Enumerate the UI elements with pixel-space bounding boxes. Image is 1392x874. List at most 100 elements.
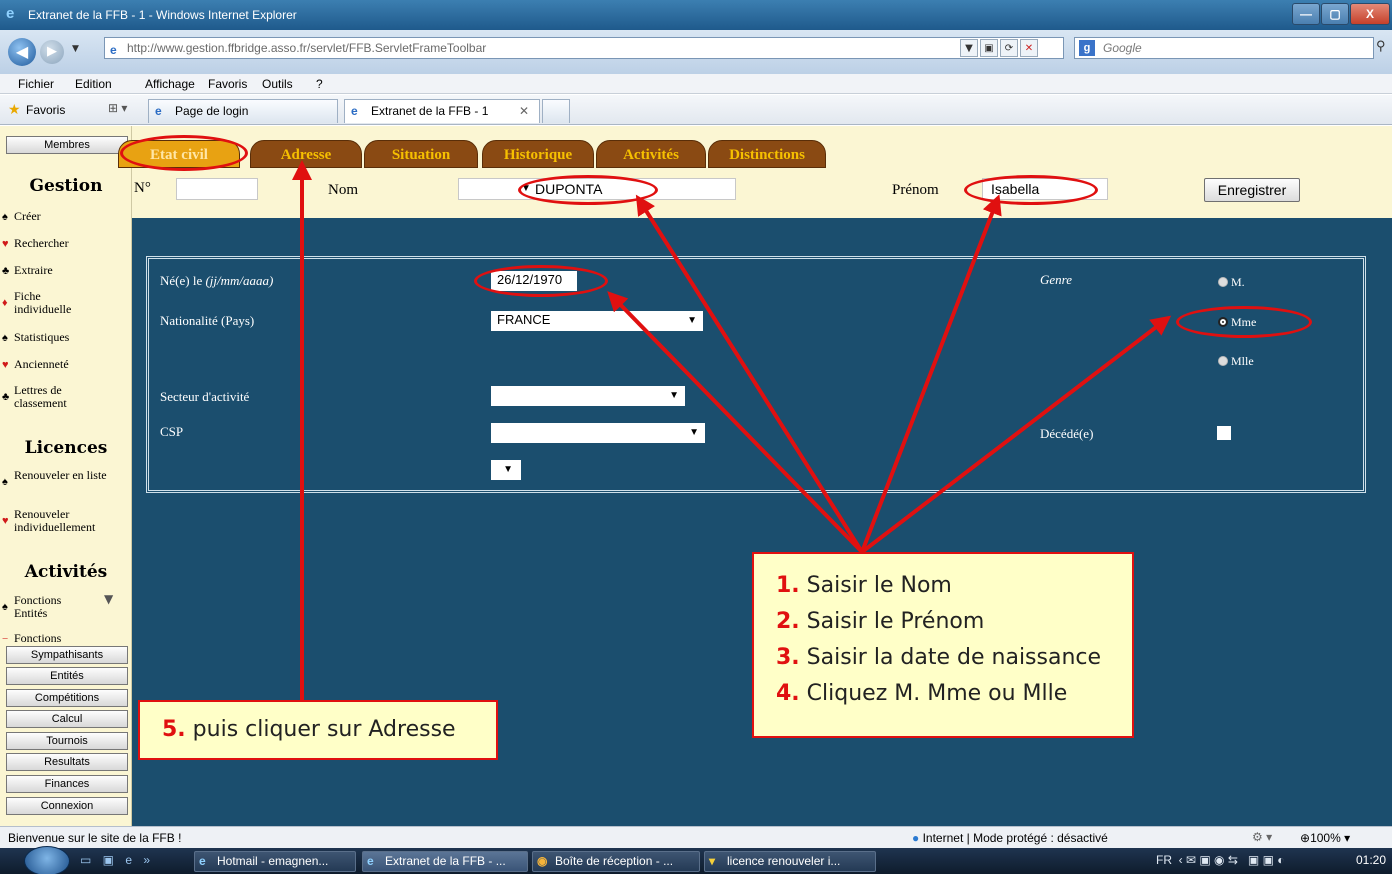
stop-icon[interactable]: ✕ bbox=[1020, 39, 1038, 57]
nationality-select[interactable]: FRANCE ▼ bbox=[491, 311, 703, 331]
club-icon: ♣ bbox=[2, 265, 10, 277]
close-tab-icon[interactable]: ✕ bbox=[519, 100, 529, 122]
sidebar-item-anciennete[interactable]: ♥ Ancienneté bbox=[2, 358, 130, 372]
security-zone[interactable]: ● Internet | Mode protégé : désactivé bbox=[912, 831, 1108, 845]
task-label: Extranet de la FFB - ... bbox=[385, 854, 506, 868]
recent-pages-dropdown-icon[interactable]: ▼ bbox=[72, 44, 79, 54]
start-button[interactable] bbox=[24, 846, 70, 874]
document-icon: ▾ bbox=[709, 854, 716, 868]
sidebar-item-rechercher[interactable]: ♥ Rechercher bbox=[2, 237, 130, 251]
num-field[interactable] bbox=[176, 178, 258, 200]
zoom-level[interactable]: ⊕100% ▾ bbox=[1300, 831, 1350, 845]
taskbar-item-licence[interactable]: ▾ licence renouveler i... bbox=[704, 851, 876, 872]
minimize-button[interactable]: — bbox=[1292, 3, 1320, 25]
address-bar[interactable]: e http://www.gestion.ffbridge.asso.fr/se… bbox=[104, 37, 1064, 59]
tournois-button[interactable]: Tournois bbox=[6, 732, 128, 750]
sidebar-item-statistiques[interactable]: ♠ Statistiques bbox=[2, 331, 130, 345]
clock[interactable]: 01:20 bbox=[1356, 853, 1386, 867]
taskbar-item-extranet[interactable]: e Extranet de la FFB - ... bbox=[362, 851, 528, 872]
browser-tab-extranet[interactable]: e Extranet de la FFB - 1 ✕ bbox=[344, 99, 540, 123]
etat-civil-panel bbox=[146, 256, 1366, 493]
prenom-label: Prénom bbox=[892, 182, 939, 198]
search-box[interactable]: g Google bbox=[1074, 37, 1374, 59]
menu-edition[interactable]: Edition bbox=[75, 77, 112, 91]
search-placeholder: Google bbox=[1103, 41, 1142, 55]
sidebar-item-fiche[interactable]: ♦ Fiche individuelle bbox=[2, 290, 98, 316]
maximize-button[interactable]: ▢ bbox=[1321, 3, 1349, 25]
favorites-label[interactable]: Favoris bbox=[26, 103, 65, 117]
window-title: Extranet de la FFB - 1 - Windows Interne… bbox=[28, 8, 297, 22]
refresh-icon[interactable]: ⟳ bbox=[1000, 39, 1018, 57]
sidebar-item-label: Fiche individuelle bbox=[14, 289, 72, 316]
competitions-button[interactable]: Compétitions bbox=[6, 689, 128, 707]
sector-select[interactable]: ▼ bbox=[491, 386, 685, 406]
forward-button[interactable]: ▶ bbox=[40, 40, 64, 64]
chevron-down-icon: ▼ bbox=[689, 427, 699, 438]
address-dropdown-icon[interactable]: ▼ bbox=[960, 39, 978, 57]
task-label: Boîte de réception - ... bbox=[555, 854, 674, 868]
tab-activites[interactable]: Activités bbox=[596, 140, 706, 168]
menu-help[interactable]: ? bbox=[316, 77, 323, 91]
extra-select[interactable]: ▼ bbox=[491, 460, 521, 480]
step-number: 3. bbox=[776, 645, 800, 670]
quick-tabs-icon[interactable]: ⊞ ▾ bbox=[108, 101, 127, 115]
sidebar-item-renouveler-indiv[interactable]: ♥ Renouveler individuellement bbox=[2, 508, 132, 534]
taskbar-item-hotmail[interactable]: e Hotmail - emagnen... bbox=[194, 851, 356, 872]
search-icon[interactable]: ⚲ bbox=[1376, 39, 1386, 54]
save-button[interactable]: Enregistrer bbox=[1204, 178, 1300, 202]
sidebar-item-fonctions-entites[interactable]: ♠ Fonctions Entités bbox=[2, 594, 94, 620]
tab-adresse[interactable]: Adresse bbox=[250, 140, 362, 168]
back-button[interactable]: ◀ bbox=[8, 38, 36, 66]
sympathisants-button[interactable]: Sympathisants bbox=[6, 646, 128, 664]
tab-historique[interactable]: Historique bbox=[482, 140, 594, 168]
scroll-down-icon[interactable]: ▼ bbox=[104, 592, 113, 606]
sidebar-item-renouveler-liste[interactable]: ♠ Renouveler en liste bbox=[2, 469, 112, 489]
finances-button[interactable]: Finances bbox=[6, 775, 128, 793]
menu-outils[interactable]: Outils bbox=[262, 77, 293, 91]
membres-button[interactable]: Membres bbox=[6, 136, 128, 154]
sidebar-item-lettres[interactable]: ♣ Lettres de classement bbox=[2, 384, 98, 410]
taskbar-item-boite[interactable]: ◉ Boîte de réception - ... bbox=[532, 851, 700, 872]
entites-button[interactable]: Entités bbox=[6, 667, 128, 685]
new-tab-button[interactable] bbox=[542, 99, 570, 123]
address-tools: ▼ ▣ ⟳ ✕ bbox=[960, 39, 1040, 57]
csp-select[interactable]: ▼ bbox=[491, 423, 705, 443]
close-window-button[interactable]: X bbox=[1350, 3, 1390, 25]
step-text: Cliquez M. Mme ou Mlle bbox=[806, 681, 1068, 706]
spade-icon: ♠ bbox=[2, 601, 8, 613]
quick-launch-icons[interactable]: ▭ ▣ e » bbox=[80, 853, 154, 867]
radio-label: M. bbox=[1231, 275, 1245, 289]
tab-distinctions[interactable]: Distinctions bbox=[708, 140, 826, 168]
compat-view-icon[interactable]: ▣ bbox=[980, 39, 998, 57]
menu-affichage[interactable]: Affichage bbox=[145, 77, 195, 91]
nationality-label: Nationalité (Pays) bbox=[160, 313, 255, 328]
sidebar-item-creer[interactable]: ♠ Créer bbox=[2, 210, 130, 224]
menu-fichier[interactable]: Fichier bbox=[18, 77, 54, 91]
favorites-star-icon[interactable]: ★ bbox=[8, 101, 21, 118]
page-icon: e bbox=[155, 104, 162, 118]
tab-situation[interactable]: Situation bbox=[364, 140, 478, 168]
resultats-button[interactable]: Resultats bbox=[6, 753, 128, 771]
favorites-bar: ★ Favoris ⊞ ▾ e Page de login e Extranet… bbox=[0, 95, 1392, 125]
sidebar-item-extraire[interactable]: ♣ Extraire bbox=[2, 264, 130, 278]
calcul-button[interactable]: Calcul bbox=[6, 710, 128, 728]
language-indicator[interactable]: FR bbox=[1156, 853, 1172, 867]
step-number: 5. bbox=[162, 717, 186, 742]
radio-mlle[interactable]: Mlle bbox=[1218, 354, 1254, 369]
highlight-ring bbox=[964, 175, 1098, 205]
protected-mode-icon[interactable]: ⚙ ▾ bbox=[1252, 830, 1272, 844]
window-titlebar: e Extranet de la FFB - 1 - Windows Inter… bbox=[0, 0, 1392, 30]
menu-favoris[interactable]: Favoris bbox=[208, 77, 247, 91]
connexion-button[interactable]: Connexion bbox=[6, 797, 128, 815]
diamond-icon: ♦ bbox=[2, 297, 8, 309]
step-text: Saisir la date de naissance bbox=[806, 645, 1102, 670]
gestion-title: Gestion bbox=[29, 176, 103, 196]
step-1: 1. Saisir le Nom bbox=[776, 568, 1132, 604]
zone-text: Internet | Mode protégé : désactivé bbox=[922, 831, 1108, 845]
ie-icon: e bbox=[367, 854, 374, 868]
browser-tab-login[interactable]: e Page de login bbox=[148, 99, 338, 123]
sidebar-item-fonctions[interactable]: − Fonctions bbox=[2, 632, 130, 646]
radio-m[interactable]: M. bbox=[1218, 275, 1245, 290]
deceased-checkbox[interactable] bbox=[1217, 426, 1231, 440]
step-number: 2. bbox=[776, 609, 800, 634]
